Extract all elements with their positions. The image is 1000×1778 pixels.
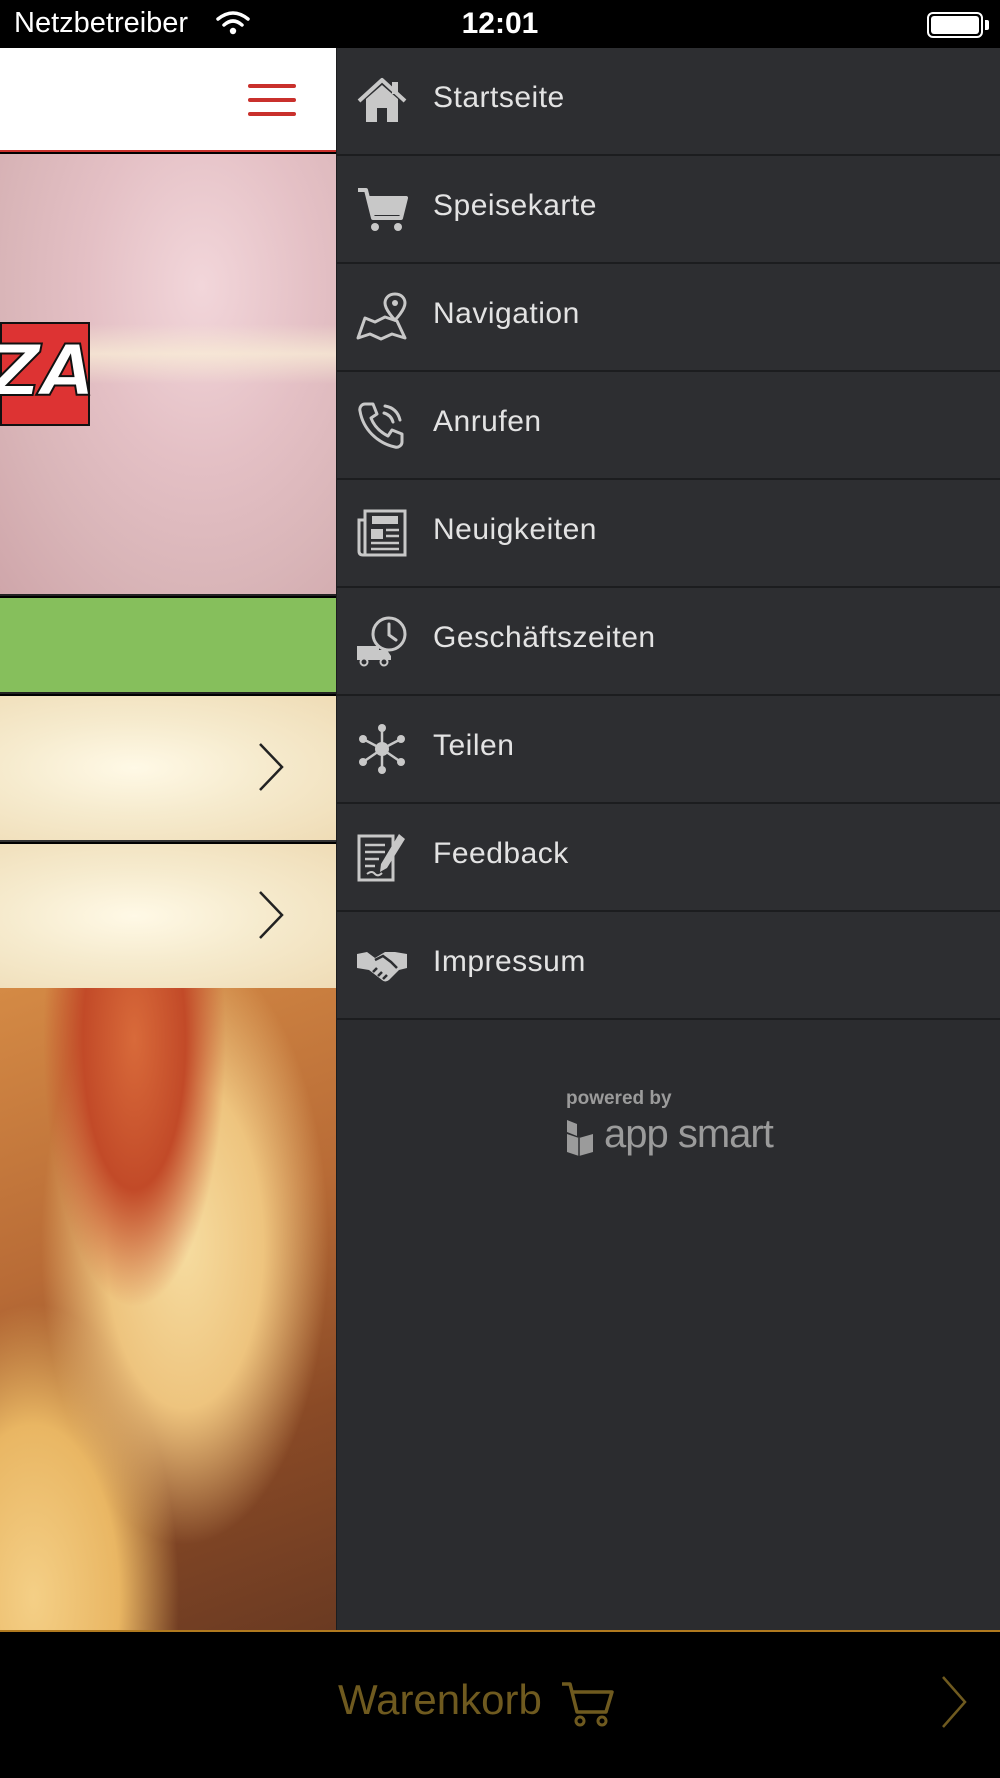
handshake-icon [357,952,407,982]
hero-image: ZA [0,154,336,596]
app-header [0,48,336,152]
battery-tip [985,20,989,30]
menu-item-label: Geschäftszeiten [433,621,656,654]
menu-item-navigation[interactable]: Navigation [337,264,1000,372]
action-banner[interactable] [0,598,336,694]
menu-item-label: Teilen [433,729,515,762]
chevron-right-icon [259,891,284,939]
menu-item-label: Speisekarte [433,189,597,222]
phone-icon [358,402,404,449]
pizza-photo [0,988,336,1630]
menu-item-geschaeftszeiten[interactable]: Geschäftszeiten [337,588,1000,696]
menu-item-feedback[interactable]: Feedback [337,804,1000,912]
home-icon [357,78,407,122]
powered-by-label: powered by [566,1088,672,1109]
menu-item-label: Neuigkeiten [433,513,597,546]
menu-toggle-icon[interactable] [248,84,298,118]
list-item[interactable] [0,844,336,988]
menu-item-impressum[interactable]: Impressum [337,912,1000,1020]
pizza-logo: ZA [0,322,96,426]
appsmart-brand: app smart [604,1112,774,1156]
menu-item-label: Feedback [433,837,569,870]
delivery-clock-icon [357,616,407,667]
share-network-icon [359,724,405,774]
cart-label: Warenkorb [338,1676,542,1723]
status-bar: Netzbetreiber 12:01 [0,0,1000,48]
side-menu: Startseite Speisekarte Navigation Anrufe… [336,48,1000,1630]
menu-item-startseite[interactable]: Startseite [337,48,1000,156]
menu-item-label: Anrufen [433,405,542,438]
menu-item-label: Impressum [433,945,586,978]
battery-icon [927,12,983,38]
chevron-right-icon[interactable] [940,1674,968,1730]
main-content[interactable]: ZA [0,48,336,1630]
cart-icon [358,188,408,231]
menu-item-neuigkeiten[interactable]: Neuigkeiten [337,480,1000,588]
clock: 12:01 [461,7,539,40]
cart-icon [562,1682,614,1727]
chevron-right-icon [259,743,284,791]
feedback-icon [357,834,405,882]
newspaper-icon [357,509,407,557]
list-item[interactable] [0,696,336,842]
menu-item-anrufen[interactable]: Anrufen [337,372,1000,480]
menu-item-label: Startseite [433,81,565,114]
cart-bar[interactable]: Warenkorb [0,1630,1000,1778]
menu-item-label: Navigation [433,297,580,330]
menu-item-speisekarte[interactable]: Speisekarte [337,156,1000,264]
map-pin-icon [356,292,407,341]
menu-item-teilen[interactable]: Teilen [337,696,1000,804]
